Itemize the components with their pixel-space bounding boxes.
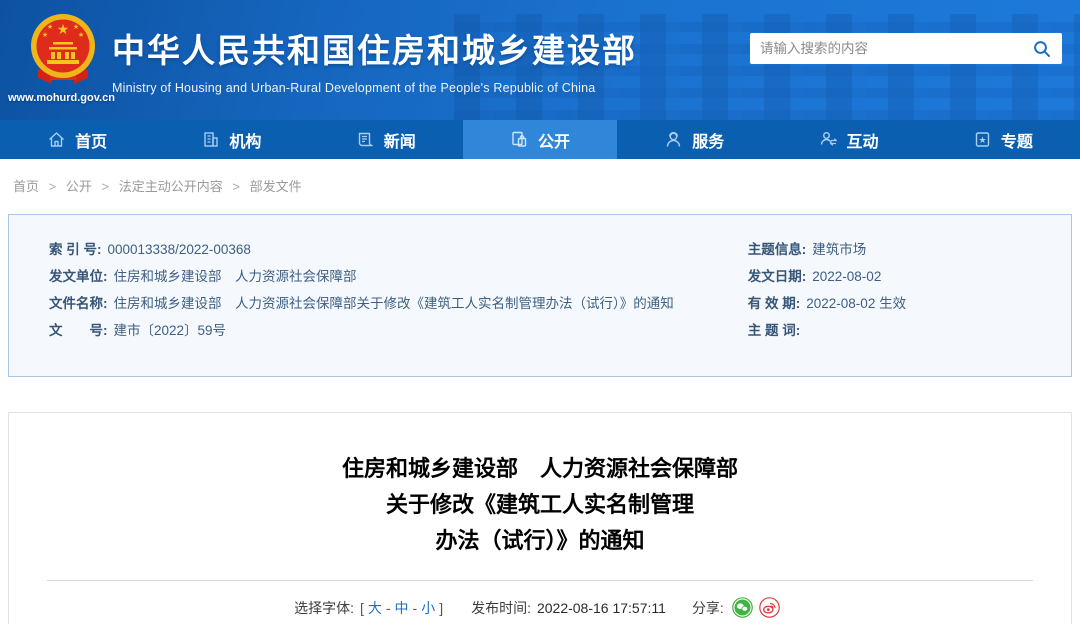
font-selector-label: 选择字体: [294,599,355,616]
nav-label: 专题 [1000,133,1033,151]
meta-column-left: 索 引 号: 000013338/2022-00368 发文单位: 住房和城乡建… [9,241,742,376]
svg-text:★: ★ [57,21,70,37]
service-icon [667,131,681,147]
breadcrumb-separator: > [232,179,240,194]
main-nav: 首页 机构 新闻 公开 服务 互动 ★ 专题 [0,120,1080,159]
site-subtitle: Ministry of Housing and Urban-Rural Deve… [112,81,596,95]
meta-label: 发文单位: [49,269,108,284]
bracket-close: ] [439,599,444,616]
meta-value: 建筑市场 [812,242,867,257]
article-meta-row: 选择字体: [ 大 - 中 - 小 ] 发布时间: 2022-08-16 17:… [9,597,1071,618]
meta-row-document-number: 文 号: 建市〔2022〕59号 [49,322,742,339]
svg-text:★: ★ [42,31,48,39]
breadcrumb-disclosure[interactable]: 公开 [66,179,92,194]
nav-item-topics[interactable]: ★ 专题 [926,120,1080,159]
search-icon[interactable] [1032,39,1052,59]
nav-label: 机构 [229,133,262,151]
site-title: 中华人民共和国住房和城乡建设部 [112,32,637,69]
nav-label: 首页 [75,133,108,151]
meta-row-issuing-unit: 发文单位: 住房和城乡建设部 人力资源社会保障部 [49,268,742,285]
weibo-share-icon[interactable] [759,597,780,618]
svg-text:★: ★ [73,23,79,31]
svg-text:★: ★ [47,23,53,31]
svg-text:★: ★ [978,135,986,145]
wechat-share-icon[interactable] [732,597,753,618]
meta-row-index-number: 索 引 号: 000013338/2022-00368 [49,241,742,258]
search-box[interactable] [750,33,1062,64]
svg-text:★: ★ [78,31,84,39]
article-title: 住房和城乡建设部 人力资源社会保障部 关于修改《建筑工人实名制管理 办法（试行）… [9,451,1071,559]
meta-label: 文 号: [49,323,108,338]
dash-separator: - [412,599,418,616]
meta-label: 有 效 期: [747,296,801,311]
disclosure-icon [512,131,527,147]
article-title-line-2: 关于修改《建筑工人实名制管理 [385,492,694,517]
meta-column-right: 主题信息: 建筑市场 发文日期: 2022-08-02 有 效 期: 2022-… [742,241,1071,376]
meta-label: 索 引 号: [49,242,102,257]
breadcrumb-separator: > [101,179,110,194]
meta-value: 住房和城乡建设部 人力资源社会保障部 [113,269,357,284]
meta-row-effective-date: 有 效 期: 2022-08-02 生效 [748,295,1071,312]
meta-row-subject-words: 主 题 词: [748,322,1071,339]
share-label: 分享: [691,599,724,616]
meta-label: 主题信息: [747,242,807,257]
nav-label: 互动 [846,133,879,151]
meta-row-issue-date: 发文日期: 2022-08-02 [748,268,1071,285]
article-box: 住房和城乡建设部 人力资源社会保障部 关于修改《建筑工人实名制管理 办法（试行）… [8,412,1072,624]
nav-item-news[interactable]: 新闻 [309,120,463,159]
national-emblem-icon: ★ ★ ★ ★ ★ [31,14,95,84]
nav-item-home[interactable]: 首页 [0,120,154,159]
breadcrumb-separator: > [48,179,57,194]
title-divider [47,580,1033,581]
home-icon [49,132,65,147]
meta-value: 住房和城乡建设部 人力资源社会保障部关于修改《建筑工人实名制管理办法（试行）》的… [113,296,674,311]
breadcrumb-statutory-content[interactable]: 法定主动公开内容 [119,179,223,194]
organization-icon [204,132,219,147]
meta-row-document-name: 文件名称: 住房和城乡建设部 人力资源社会保障部关于修改《建筑工人实名制管理办法… [49,295,742,312]
nav-label: 服务 [692,133,725,151]
nav-label: 新闻 [383,133,416,151]
meta-value: 2022-08-02 [812,269,882,284]
interaction-icon [820,132,838,146]
dash-separator: - [385,599,391,616]
search-input[interactable] [760,41,1032,56]
site-url: www.mohurd.gov.cn [8,92,115,104]
nav-item-disclosure[interactable]: 公开 [462,120,618,159]
meta-label: 主 题 词: [747,323,801,338]
breadcrumb: 首页 > 公开 > 法定主动公开内容 > 部发文件 [0,159,1080,208]
meta-value: 建市〔2022〕59号 [113,323,227,338]
nav-label: 公开 [537,133,570,151]
topics-icon: ★ [975,132,990,147]
meta-value: 2022-08-02 生效 [806,296,907,311]
breadcrumb-home[interactable]: 首页 [13,179,39,194]
meta-label: 发文日期: [747,269,807,284]
meta-value: 000013338/2022-00368 [107,242,251,257]
bracket-open: [ [359,599,364,616]
font-size-large-button[interactable]: 大 [368,598,382,618]
nav-item-organization[interactable]: 机构 [154,120,308,159]
font-size-small-button[interactable]: 小 [421,598,435,618]
meta-row-topic-info: 主题信息: 建筑市场 [748,241,1071,258]
nav-item-interaction[interactable]: 互动 [771,120,925,159]
meta-label: 文件名称: [49,296,108,311]
article-title-line-1: 住房和城乡建设部 人力资源社会保障部 [341,456,738,481]
breadcrumb-ministry-documents[interactable]: 部发文件 [250,179,302,194]
site-header: ★ ★ ★ ★ ★ www.mohurd.gov.cn 中华人民共和国住房和城乡… [0,0,1080,120]
national-emblem: ★ ★ ★ ★ ★ [24,12,102,97]
nav-item-service[interactable]: 服务 [617,120,771,159]
font-size-selector: 选择字体: [ 大 - 中 - 小 ] [294,598,445,618]
publish-time-label: 发布时间: [471,599,531,616]
document-meta-box: 索 引 号: 000013338/2022-00368 发文单位: 住房和城乡建… [8,214,1072,377]
news-icon [358,132,373,147]
article-title-line-3: 办法（试行）》的通知 [435,528,645,553]
publish-time-value: 2022-08-16 17:57:11 [536,599,666,616]
font-size-medium-button[interactable]: 中 [395,598,409,618]
